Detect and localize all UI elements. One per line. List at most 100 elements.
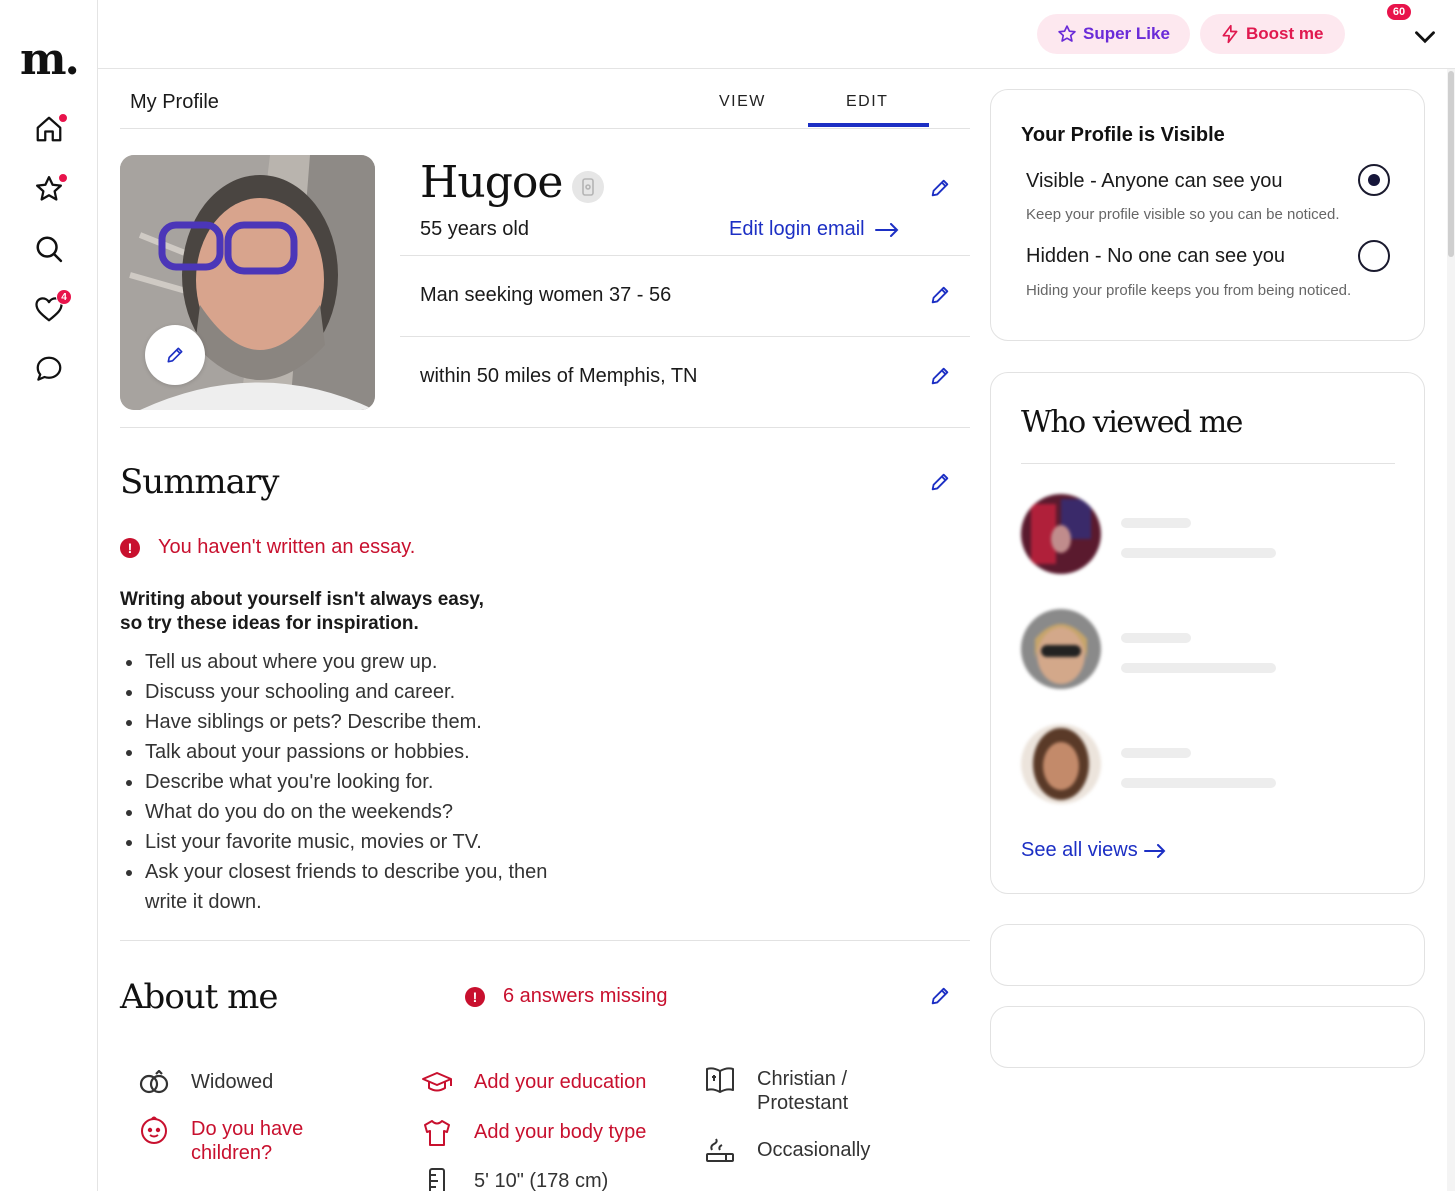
shirt-icon [420, 1116, 454, 1150]
divider [400, 255, 970, 256]
boost-label: Boost me [1246, 24, 1324, 43]
super-like-button[interactable]: Super Like [1037, 14, 1190, 54]
about-smoking: Occasionally [703, 1138, 870, 1168]
tab-edit[interactable]: EDIT [846, 93, 888, 111]
answers-missing-warning[interactable]: ! 6 answers missing [465, 985, 668, 1008]
baby-icon [137, 1113, 171, 1147]
religion-value: Christian / Protestant [757, 1068, 849, 1114]
edit-seeking-button[interactable] [928, 283, 952, 307]
edit-name-button[interactable] [928, 176, 952, 200]
hidden-option-label[interactable]: Hidden - No one can see you [1026, 245, 1285, 268]
about-education[interactable]: Add your education [420, 1070, 646, 1100]
boost-button[interactable]: Boost me [1200, 14, 1345, 54]
about-marital-status: Widowed [137, 1070, 273, 1100]
inspiration-list: Tell us about where you grew up. Discuss… [126, 647, 565, 917]
list-item: Describe what you're looking for. [126, 767, 565, 797]
visible-option-label[interactable]: Visible - Anyone can see you [1026, 170, 1282, 193]
list-item: Tell us about where you grew up. [126, 647, 565, 677]
list-item: Have siblings or pets? Describe them. [126, 707, 565, 737]
who-viewed-me-title: Who viewed me [1021, 405, 1243, 440]
viewer-detail-placeholder [1121, 548, 1276, 558]
pencil-icon [931, 179, 949, 197]
edit-photo-button[interactable] [145, 325, 205, 385]
smoking-value: Occasionally [757, 1139, 871, 1161]
marital-status-value: Widowed [191, 1071, 274, 1093]
nav-likes[interactable]: 4 [32, 289, 72, 326]
about-body-type[interactable]: Add your body type [420, 1120, 646, 1150]
likes-badge: 4 [56, 289, 72, 305]
viewer-detail-placeholder [1121, 663, 1276, 673]
hidden-option-description: Hiding your profile keeps you from being… [1026, 282, 1352, 299]
edit-about-button[interactable] [928, 984, 952, 1008]
location-preference: within 50 miles of Memphis, TN [420, 365, 698, 387]
super-like-label: Super Like [1083, 24, 1170, 43]
edit-login-email-link[interactable]: Edit login email [729, 218, 899, 241]
profile-name: Hugoe [420, 157, 563, 208]
divider [400, 336, 970, 337]
list-item: What do you do on the weekends? [126, 797, 565, 827]
account-notification-badge: 60 [1386, 3, 1412, 21]
viewer-name-placeholder [1121, 748, 1191, 758]
top-bar: Super Like Boost me 60 [98, 0, 1455, 69]
nav-favorites[interactable] [32, 172, 68, 206]
home-notification-dot [58, 113, 68, 123]
divider [120, 427, 970, 428]
alert-icon: ! [465, 986, 485, 1007]
star-outline-icon [1058, 25, 1076, 42]
pencil-icon [931, 987, 949, 1005]
edit-location-button[interactable] [928, 364, 952, 388]
logo-text: m. [20, 34, 80, 85]
list-item: Ask your closest friends to describe you… [126, 857, 565, 917]
profile-tabs-row: My Profile VIEW EDIT [120, 69, 970, 129]
divider [1021, 463, 1395, 464]
book-icon [703, 1063, 737, 1097]
education-prompt: Add your education [474, 1071, 647, 1093]
alert-icon: ! [120, 537, 140, 558]
see-all-views-link[interactable]: See all views [1021, 839, 1166, 862]
match-logo[interactable]: m. [20, 38, 80, 82]
graduation-cap-icon [420, 1066, 454, 1100]
about-height: 5' 10" (178 cm) [420, 1168, 608, 1191]
account-menu[interactable]: 60 [1386, 3, 1442, 54]
smoking-icon [703, 1134, 737, 1168]
pencil-icon [167, 347, 183, 363]
profile-age: 55 years old [420, 218, 529, 240]
summary-title: Summary [120, 462, 279, 502]
body-type-prompt: Add your body type [474, 1121, 647, 1143]
inspiration-heading: Writing about yourself isn't always easy… [120, 588, 540, 636]
nav-messages[interactable] [32, 352, 66, 386]
placeholder-card [990, 1006, 1425, 1068]
rings-icon [137, 1066, 171, 1100]
inspiration-line-2: so try these ideas for inspiration. [120, 613, 419, 634]
chat-icon [36, 356, 62, 381]
edit-summary-button[interactable] [928, 470, 952, 494]
hidden-radio[interactable] [1358, 240, 1390, 272]
visible-option-description: Keep your profile visible so you can be … [1026, 206, 1340, 223]
page-scrollbar[interactable] [1447, 69, 1455, 1191]
viewer-avatar[interactable] [1021, 609, 1101, 689]
list-item: Discuss your schooling and career. [126, 677, 565, 707]
visibility-card: Your Profile is Visible Visible - Anyone… [990, 89, 1425, 341]
page-title: My Profile [130, 91, 219, 113]
about-children[interactable]: Do you have children? [137, 1116, 327, 1165]
pencil-icon [931, 286, 949, 304]
search-icon [36, 236, 63, 263]
essay-warning-text: You haven't written an essay. [158, 536, 416, 558]
scrollbar-thumb[interactable] [1448, 71, 1454, 257]
ruler-icon [420, 1165, 454, 1191]
nav-search[interactable] [32, 232, 66, 266]
tab-view[interactable]: VIEW [719, 93, 766, 111]
inspiration-line-1: Writing about yourself isn't always easy… [120, 589, 484, 610]
visible-radio[interactable] [1358, 164, 1390, 196]
list-item: Talk about your passions or hobbies. [126, 737, 565, 767]
children-prompt: Do you have children? [191, 1118, 304, 1164]
phone-verify-icon[interactable] [572, 171, 604, 203]
viewer-avatar[interactable] [1021, 724, 1101, 804]
viewer-detail-placeholder [1121, 778, 1276, 788]
nav-home[interactable] [32, 112, 68, 146]
pencil-icon [931, 367, 949, 385]
viewer-avatar[interactable] [1021, 494, 1101, 574]
see-all-views-label: See all views [1021, 839, 1138, 861]
left-sidebar: m. 4 [0, 0, 98, 1191]
arrow-right-icon [874, 222, 899, 237]
